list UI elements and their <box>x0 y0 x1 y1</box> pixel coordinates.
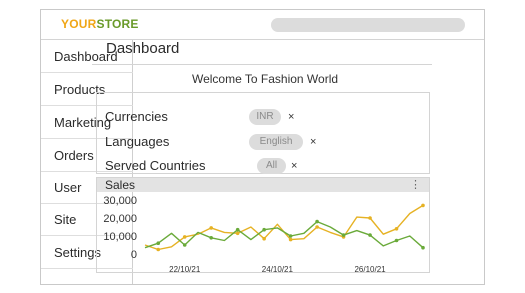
y-tick-label: 20,000 <box>103 213 137 225</box>
logo-part-your: YOUR <box>61 17 97 31</box>
sales-data-point[interactable] <box>288 237 293 242</box>
logo-part-store: STORE <box>96 17 139 31</box>
sales-data-point[interactable] <box>156 241 161 245</box>
x-tick-label: 26/10/21 <box>354 265 386 273</box>
sales-data-point[interactable] <box>315 219 319 224</box>
title-divider <box>92 64 432 65</box>
sales-series-line-2 <box>144 220 424 249</box>
sales-data-point[interactable] <box>421 245 425 250</box>
y-tick-label: 10,000 <box>103 231 137 243</box>
sales-data-point[interactable] <box>394 227 399 231</box>
more-options-icon[interactable]: ⋮ <box>410 178 421 192</box>
sales-chart-header: Sales ⋮ <box>97 178 429 192</box>
sales-data-point[interactable] <box>288 234 293 238</box>
sales-data-point[interactable] <box>262 227 266 232</box>
sales-chart-panel: Sales ⋮ 30,000 20,000 10,000 0 22/10/21 24/10… <box>96 177 430 273</box>
search-bar[interactable] <box>271 18 465 32</box>
sales-data-point[interactable] <box>235 227 240 232</box>
store-logo[interactable]: YOURSTORE <box>61 17 139 31</box>
sales-data-point[interactable] <box>341 233 346 237</box>
remove-countries-icon[interactable]: × <box>291 158 297 174</box>
x-tick-label: 24/10/21 <box>262 265 294 273</box>
sales-data-point[interactable] <box>421 203 425 208</box>
currencies-label: Currencies <box>105 109 168 124</box>
top-bar: YOURSTORE <box>41 10 484 40</box>
sales-data-point[interactable] <box>209 226 213 230</box>
sales-data-point[interactable] <box>368 233 372 237</box>
y-tick-label: 30,000 <box>103 195 137 207</box>
sales-data-point[interactable] <box>235 231 240 236</box>
x-tick-label: 22/10/21 <box>169 265 201 273</box>
language-chip[interactable]: English <box>249 134 303 150</box>
sales-data-point[interactable] <box>182 243 187 247</box>
sales-chart-title: Sales <box>105 178 136 192</box>
sales-data-point[interactable] <box>182 235 187 239</box>
sales-chart: 30,000 20,000 10,000 0 22/10/21 24/10/21 26/10… <box>103 195 425 273</box>
remove-language-icon[interactable]: × <box>310 134 316 150</box>
served-countries-label: Served Countries <box>105 158 206 173</box>
sales-data-point[interactable] <box>315 225 319 229</box>
sales-data-point[interactable] <box>394 238 399 243</box>
languages-label: Languages <box>105 134 170 149</box>
countries-chip[interactable]: All <box>257 158 286 174</box>
remove-currency-icon[interactable]: × <box>288 109 294 125</box>
sales-data-point[interactable] <box>262 236 266 241</box>
welcome-message: Welcome To Fashion World <box>191 72 339 86</box>
page-title: Dashboard <box>106 40 180 57</box>
store-settings-panel: Currencies INR × Languages English × Ser… <box>96 92 430 174</box>
currency-chip[interactable]: INR <box>249 109 281 125</box>
sales-data-point[interactable] <box>156 247 161 252</box>
sales-data-point[interactable] <box>368 216 372 220</box>
y-tick-label: 0 <box>131 249 137 261</box>
sales-data-point[interactable] <box>209 236 213 240</box>
